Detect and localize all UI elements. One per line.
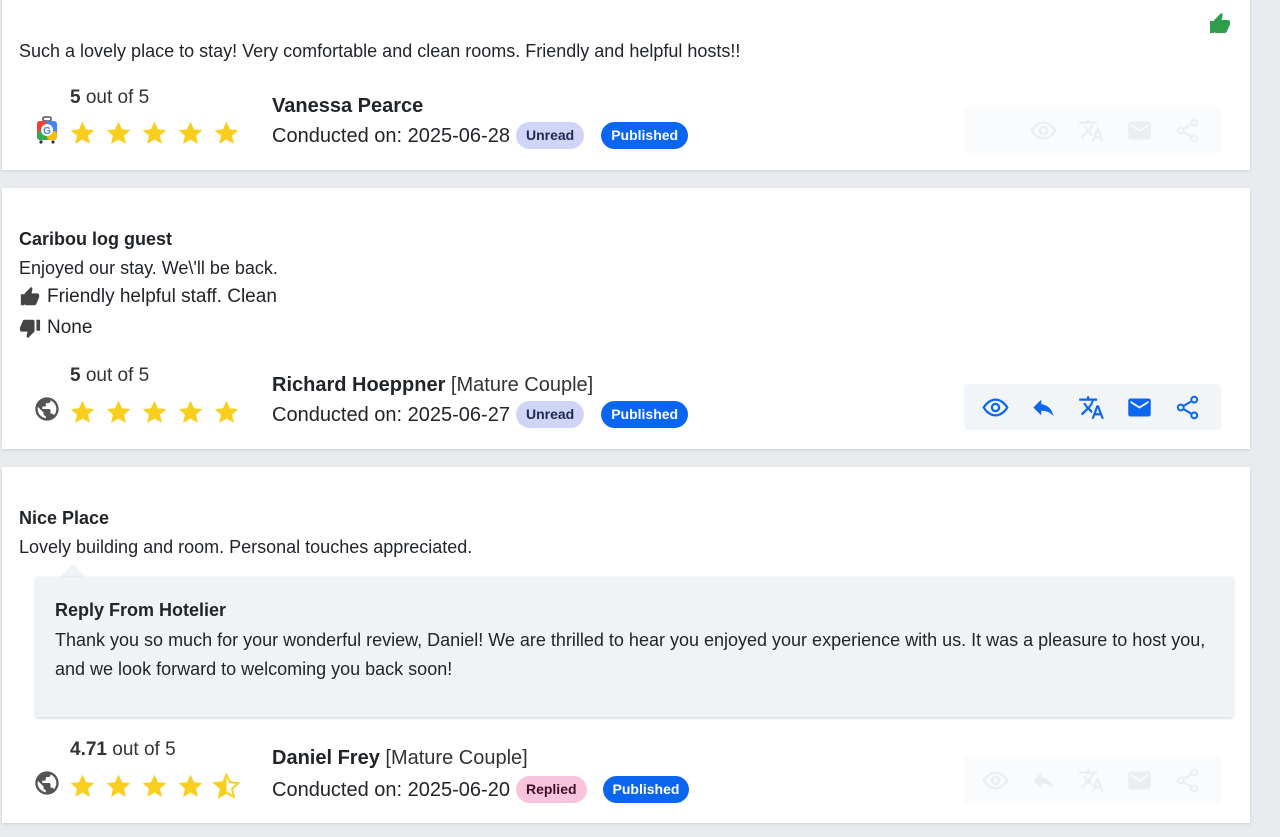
star-icon: [104, 772, 133, 801]
share-icon[interactable]: [1174, 767, 1201, 794]
reviewer-name: Richard Hoeppner [Mature Couple]: [272, 374, 594, 396]
translate-icon[interactable]: [1078, 394, 1105, 421]
conducted-row: Conducted on: 2025-06-20 Replied Publish…: [272, 776, 690, 803]
star-rating: [68, 119, 241, 148]
conducted-row: Conducted on: 2025-06-27 Unread Publishe…: [272, 401, 689, 428]
reply-title: Reply From Hotelier: [55, 600, 227, 620]
globe-icon: [33, 395, 61, 423]
status-badge: Unread: [515, 122, 585, 149]
published-badge: Published: [601, 401, 689, 428]
reply-icon[interactable]: [1030, 767, 1057, 794]
star-icon: [104, 119, 133, 148]
pros-row: Friendly helpful staff. Clean: [19, 285, 277, 309]
review-text: Lovely building and room. Personal touch…: [19, 537, 473, 557]
cons-text: None: [47, 317, 93, 338]
view-icon[interactable]: [1030, 117, 1057, 144]
conducted-row: Conducted on: 2025-06-28 Unread Publishe…: [272, 122, 689, 149]
svg-text:G: G: [43, 126, 51, 137]
thumb-down-icon: [19, 317, 41, 339]
pros-text: Friendly helpful staff. Clean: [47, 286, 277, 307]
guest-group: [Mature Couple]: [385, 747, 528, 769]
star-icon: [176, 119, 205, 148]
view-icon[interactable]: [982, 767, 1009, 794]
reply-caret: [60, 564, 86, 577]
hotelier-reply: Reply From Hotelier Thank you so much fo…: [36, 577, 1233, 717]
view-icon[interactable]: [982, 394, 1009, 421]
star-icon: [104, 398, 133, 427]
star-icon: [68, 772, 97, 801]
star-icon: [140, 119, 169, 148]
star-icon: [140, 772, 169, 801]
action-bar: [964, 107, 1221, 153]
published-badge: Published: [601, 122, 689, 149]
status-badge: Replied: [515, 776, 587, 803]
translate-icon[interactable]: [1078, 117, 1105, 144]
star-rating: [68, 772, 241, 801]
thumb-up-icon: [19, 286, 41, 308]
action-bar: [964, 757, 1221, 803]
translate-icon[interactable]: [1078, 767, 1105, 794]
status-badge: Unread: [515, 401, 585, 428]
review-text: Enjoyed our stay. We\'ll be back.: [19, 258, 278, 278]
conducted-date: Conducted on: 2025-06-28: [272, 124, 510, 147]
share-icon[interactable]: [1174, 394, 1201, 421]
email-icon[interactable]: [1126, 767, 1153, 794]
email-icon[interactable]: [1126, 394, 1153, 421]
review-card: Such a lovely place to stay! Very comfor…: [2, 0, 1250, 170]
google-travel-icon: G: [37, 116, 57, 144]
action-bar: [964, 384, 1221, 430]
conducted-date: Conducted on: 2025-06-27: [272, 403, 510, 426]
star-icon: [212, 119, 241, 148]
star-half-icon: [212, 772, 241, 801]
star-icon: [68, 119, 97, 148]
published-badge: Published: [602, 776, 690, 803]
thumb-up-icon: [1208, 12, 1232, 36]
review-score: 5 out of 5: [70, 87, 150, 108]
review-text: Such a lovely place to stay! Very comfor…: [19, 41, 741, 61]
guest-group: [Mature Couple]: [450, 374, 594, 396]
star-icon: [176, 772, 205, 801]
star-icon: [176, 398, 205, 427]
star-icon: [140, 398, 169, 427]
review-card: Caribou log guest Enjoyed our stay. We\'…: [2, 188, 1250, 449]
reviewer-name: Daniel Frey [Mature Couple]: [272, 747, 528, 769]
conducted-date: Conducted on: 2025-06-20: [272, 778, 510, 801]
star-icon: [212, 398, 241, 427]
review-title: Nice Place: [19, 508, 110, 528]
star-rating: [68, 398, 241, 427]
review-title: Caribou log guest: [19, 229, 172, 249]
review-card: Nice Place Lovely building and room. Per…: [2, 467, 1250, 823]
reviewer-name: Vanessa Pearce: [272, 95, 424, 117]
reply-text: Thank you so much for your wonderful rev…: [55, 630, 1206, 679]
globe-icon: [33, 769, 61, 797]
star-icon: [68, 398, 97, 427]
share-icon[interactable]: [1174, 117, 1201, 144]
review-score: 5 out of 5: [70, 365, 150, 386]
reply-icon[interactable]: [1030, 394, 1057, 421]
review-score: 4.71 out of 5: [70, 739, 176, 760]
cons-row: None: [19, 316, 92, 340]
email-icon[interactable]: [1126, 117, 1153, 144]
